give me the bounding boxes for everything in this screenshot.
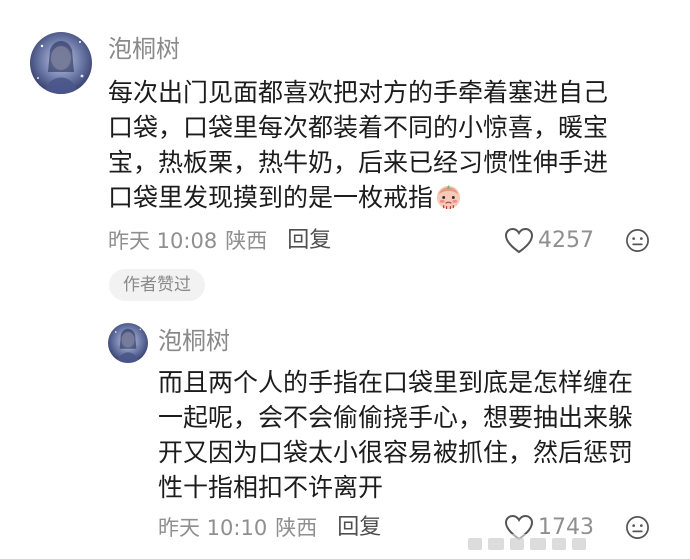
comment-thread: 泡桐树 每次出门见面都喜欢把对方的手牵着塞进自己 口袋，口袋里每次都装着不同的小…	[0, 0, 690, 559]
comment-username[interactable]: 泡桐树	[108, 35, 180, 63]
reply-reply-button[interactable]: 回复	[337, 515, 381, 541]
comment-time: 昨天 10:08	[108, 229, 218, 253]
avatar-image	[108, 323, 148, 363]
avatar[interactable]	[30, 32, 92, 94]
reply-line: 性十指相扣不许离开	[158, 473, 384, 502]
comment-content: 每次出门见面都喜欢把对方的手牵着塞进自己 口袋，口袋里每次都装着不同的小惊喜，暖…	[108, 75, 608, 215]
comment-line: 宝，热板栗，热牛奶，后来已经习惯性伸手进	[108, 148, 609, 177]
watermark-overlay	[462, 534, 592, 552]
heart-outline-icon	[504, 227, 534, 254]
reply-location: 陕西	[275, 516, 318, 540]
reply-line: 一起呢，会不会偷偷挠手心，想要抽出来躲	[158, 403, 634, 432]
reply-username[interactable]: 泡桐树	[158, 327, 230, 355]
comment-line: 口袋，口袋里每次都装着不同的小惊喜，暖宝	[108, 113, 609, 142]
reply-line: 开又因为口袋太小很容易被抓住，然后惩罚	[158, 438, 634, 467]
shy-face-emoji-icon	[436, 184, 461, 210]
comment-line: 口袋里发现摸到的是一枚戒指	[108, 180, 608, 215]
neutral-face-icon[interactable]	[625, 228, 650, 253]
comment-line: 每次出门见面都喜欢把对方的手牵着塞进自己	[108, 78, 609, 107]
reply-content: 而且两个人的手指在口袋里到底是怎样缠在 一起呢，会不会偷偷挠手心，想要抽出来躲 …	[158, 365, 633, 505]
author-liked-badge: 作者赞过	[109, 269, 205, 301]
reply-meta: 昨天 10:10 陕西 回复	[158, 515, 381, 541]
avatar-image	[30, 32, 92, 94]
reply-line: 而且两个人的手指在口袋里到底是怎样缠在	[158, 368, 634, 397]
reply-button[interactable]: 回复	[287, 228, 331, 254]
like-count: 4257	[538, 227, 594, 253]
comment-meta: 昨天 10:08 陕西 回复	[108, 228, 331, 254]
reply-avatar[interactable]	[108, 323, 148, 363]
like-button[interactable]: 4257	[504, 227, 594, 254]
reply-time: 昨天 10:10	[158, 516, 268, 540]
comment-location: 陕西	[225, 229, 268, 253]
comment-line-text: 口袋里发现摸到的是一枚戒指	[108, 183, 434, 212]
neutral-face-icon[interactable]	[625, 515, 650, 540]
